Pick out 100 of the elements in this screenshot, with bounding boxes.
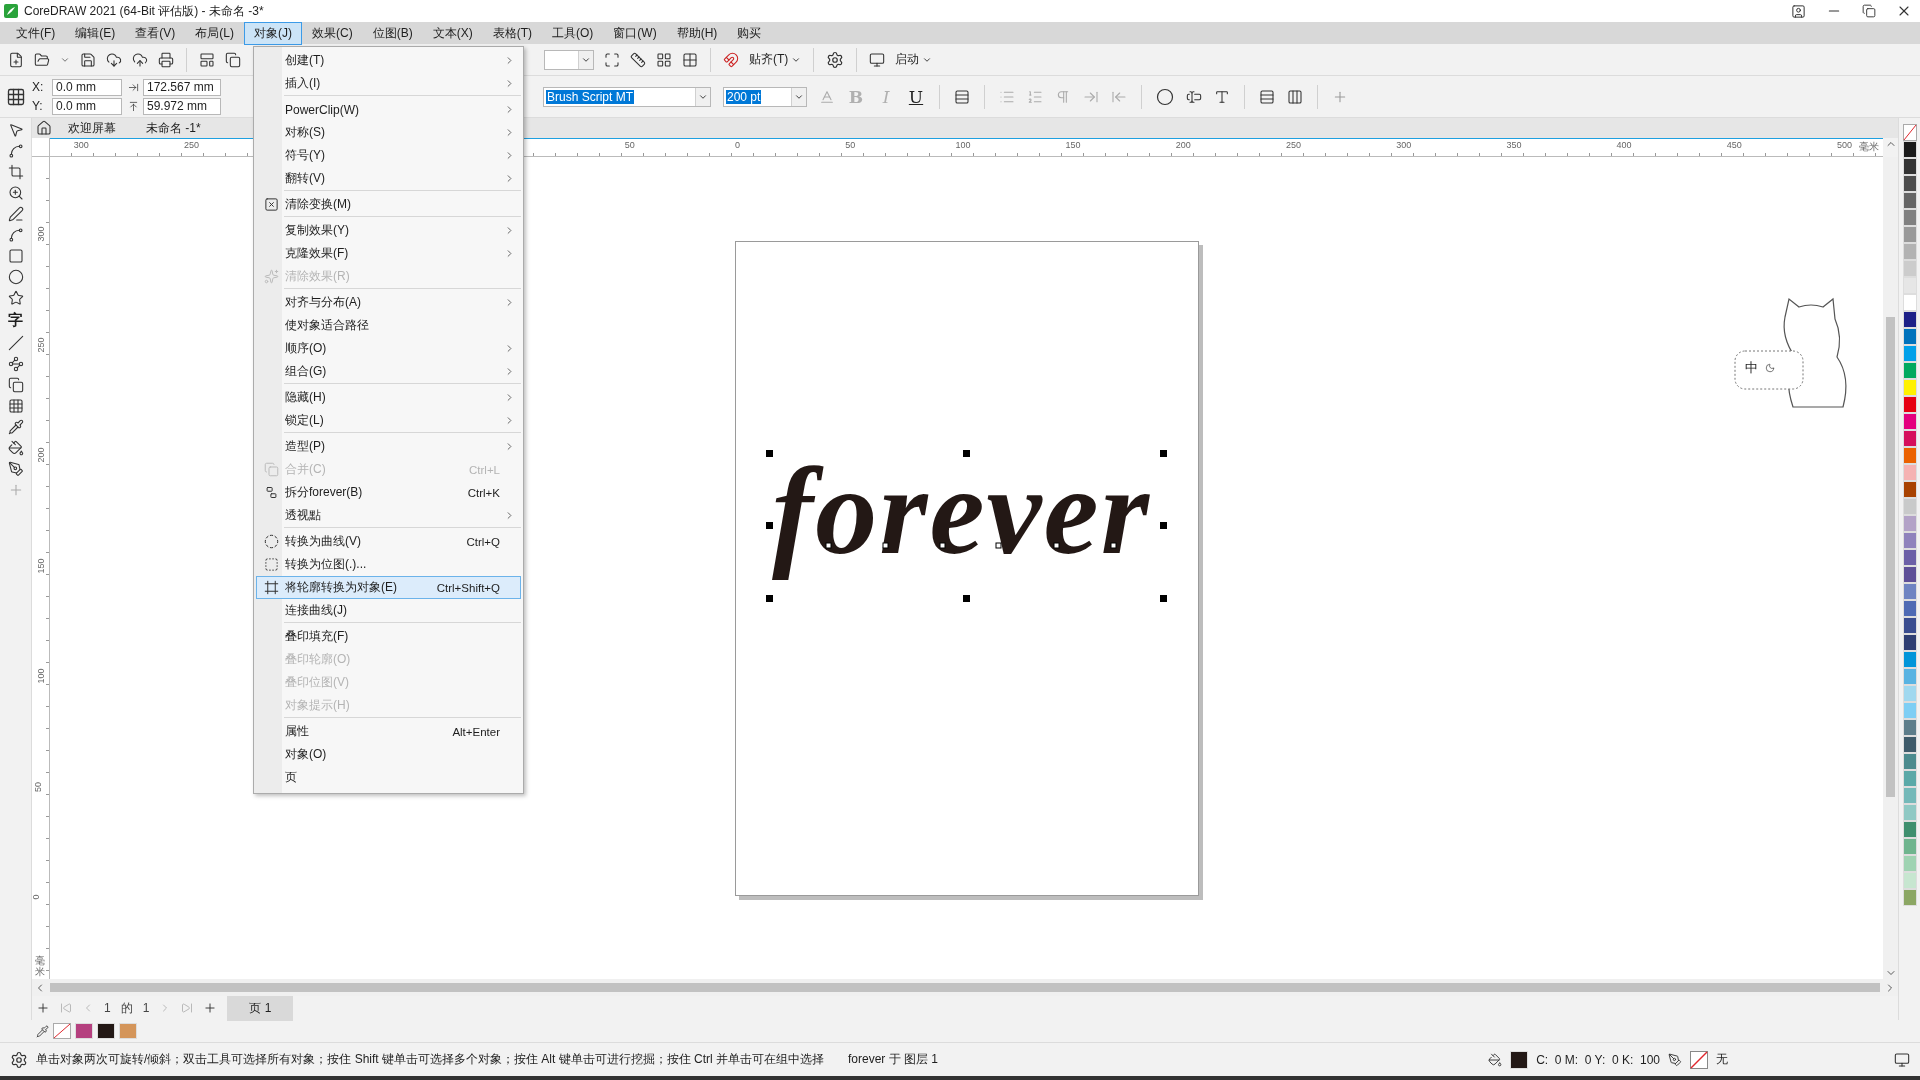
menu-item[interactable]: 文件(F) [6,21,66,45]
color-swatch[interactable] [119,1023,137,1039]
guidelines-icon[interactable] [682,51,698,68]
shape-tool-icon[interactable] [7,143,24,159]
moon-icon[interactable] [1765,363,1775,373]
settings-icon[interactable] [826,50,845,69]
color-swatch[interactable] [1902,141,1917,158]
open-icon[interactable] [34,51,50,68]
menu-option[interactable]: 组合(G) [256,360,521,383]
color-swatch[interactable] [1902,515,1917,532]
no-color-swatch[interactable] [53,1023,71,1039]
clear-transform-icon[interactable] [263,197,279,212]
color-swatch[interactable] [1902,362,1917,379]
color-swatch[interactable] [1902,175,1917,192]
color-swatch[interactable] [1902,192,1917,209]
menu-option[interactable]: 对象(O) [256,743,521,766]
menu-option[interactable]: 将轮廓转换为对象(E) Ctrl+Shift+Q [256,576,521,599]
input-method-label[interactable]: 中 [1745,359,1758,377]
shadow-tool-icon[interactable] [7,377,24,393]
color-swatch[interactable] [1902,566,1917,583]
menu-option[interactable]: 克隆效果(F) [256,242,521,265]
menu-option[interactable]: 造型(P) [256,435,521,458]
height-field[interactable]: 59.972 mm [143,97,221,115]
no-color-swatch[interactable] [1902,124,1917,141]
cloud-download-icon[interactable] [106,51,122,68]
page-tab[interactable]: 页 1 [227,995,294,1021]
color-swatch[interactable] [1902,855,1917,872]
launch-dropdown[interactable]: 启动 [895,51,933,68]
color-swatch[interactable] [1902,481,1917,498]
y-position-field[interactable]: 0.0 mm [52,97,122,115]
color-swatch[interactable] [1902,736,1917,753]
color-swatch[interactable] [1902,583,1917,600]
document-tab[interactable]: 未命名 -1* [132,117,215,139]
save-icon[interactable] [80,51,96,68]
color-swatch[interactable] [1902,770,1917,787]
color-swatch[interactable] [1902,226,1917,243]
freehand-tool-icon[interactable] [7,206,24,222]
menu-item[interactable]: 窗口(W) [603,21,667,45]
fill-icon[interactable] [1488,1052,1503,1067]
color-swatch[interactable] [1902,430,1917,447]
font-size-dropdown[interactable]: 200 pt [723,86,807,107]
menu-option[interactable]: 顺序(O) [256,337,521,360]
menu-option[interactable]: 使对象适合路径 [256,314,521,337]
artistic-media-icon[interactable] [7,227,24,243]
text-tool[interactable]: 字 [8,311,23,330]
color-swatch[interactable] [1902,804,1917,821]
color-swatch[interactable] [1902,702,1917,719]
color-swatch[interactable] [1902,719,1917,736]
menu-option[interactable]: 叠印填充(F) [256,625,521,648]
menu-option[interactable]: 插入(I) [256,72,521,95]
menu-option[interactable]: 隐藏(H) [256,386,521,409]
color-swatch[interactable] [1902,464,1917,481]
scrollbar-thumb[interactable] [50,983,1880,992]
scrollbar-thumb[interactable] [1886,317,1895,797]
pick-tool-icon[interactable] [7,122,24,138]
full-screen-icon[interactable] [604,51,620,68]
home-icon[interactable] [36,120,52,136]
font-dropdown[interactable]: Brush Script MT [543,86,711,107]
color-swatch[interactable] [1902,651,1917,668]
color-swatch[interactable] [1902,277,1917,294]
color-swatch[interactable] [1902,787,1917,804]
color-swatch[interactable] [1902,600,1917,617]
outline-tool-icon[interactable] [7,461,24,477]
grid-icon[interactable] [656,51,672,68]
edit-text-icon[interactable] [1186,88,1202,105]
color-swatch[interactable] [75,1023,93,1039]
star-tool-icon[interactable] [7,290,24,306]
color-swatch[interactable] [1902,498,1917,515]
width-field[interactable]: 172.567 mm [143,78,221,96]
menu-item[interactable]: 工具(O) [542,21,604,45]
color-swatch[interactable] [1902,396,1917,413]
menu-item[interactable]: 布局(L) [185,21,244,45]
outline-pen-icon[interactable] [1668,1052,1682,1067]
color-swatch[interactable] [1902,838,1917,855]
cloud-upload-icon[interactable] [132,51,148,68]
reference-point-icon[interactable] [6,86,26,107]
menu-option[interactable]: 锁定(L) [256,409,521,432]
menu-option[interactable]: 转换为位图(.)... [256,553,521,576]
menu-item[interactable]: 帮助(H) [666,21,728,45]
menu-option[interactable]: 清除变换(M) [256,193,521,216]
menu-item[interactable]: 位图(B) [362,21,423,45]
menu-option[interactable]: 属性 Alt+Enter [256,720,521,743]
color-swatch[interactable] [1902,872,1917,889]
color-swatch[interactable] [1902,447,1917,464]
transparency-tool-icon[interactable] [7,398,24,414]
color-swatch[interactable] [1902,753,1917,770]
color-swatch[interactable] [97,1023,115,1039]
dimension-tool-icon[interactable] [7,335,24,351]
connector-tool-icon[interactable] [7,356,24,372]
height-icon[interactable] [128,100,139,112]
canvas-text[interactable]: forever [772,438,1165,587]
menu-option[interactable]: 连接曲线(J) [256,599,521,622]
print-icon[interactable] [158,51,174,68]
color-swatch[interactable] [1902,311,1917,328]
menu-item[interactable]: 购买 [727,21,772,45]
add-page-icon[interactable] [36,1001,50,1015]
menu-option[interactable]: 对称(S) [256,121,521,144]
add-page-icon[interactable] [203,1001,218,1015]
settings-icon[interactable] [10,1050,28,1069]
menu-item[interactable]: 表格(T) [482,21,542,45]
